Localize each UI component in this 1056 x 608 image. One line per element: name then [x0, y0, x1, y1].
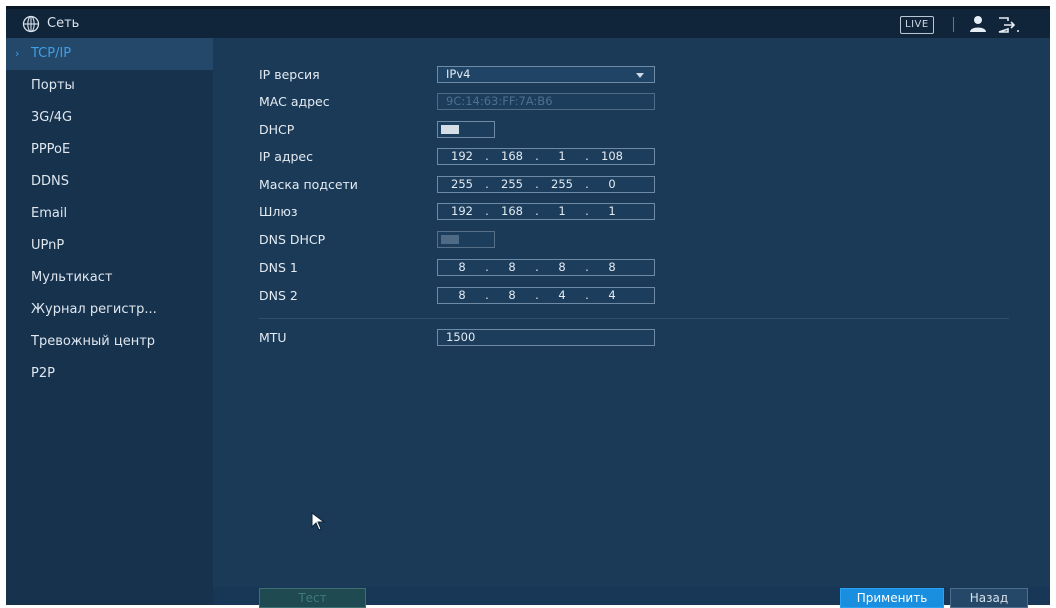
sidebar-item-label: PPPoE	[31, 142, 71, 157]
mtu-field[interactable]: 1500	[437, 329, 655, 346]
toggle-knob	[441, 235, 459, 244]
sidebar-item-tcpip[interactable]: › TCP/IP	[6, 38, 213, 70]
ip-dot: .	[485, 288, 489, 302]
dns-dhcp-toggle[interactable]	[437, 231, 495, 248]
sidebar-item-label: Тревожный центр	[31, 334, 156, 349]
main-content: IP версия IPv4 MAC адрес 9C:14:63:FF:7A:…	[213, 38, 1050, 608]
ip-octet: 4	[608, 288, 616, 302]
back-button[interactable]: Назад	[950, 588, 1028, 608]
ip-octet: 8	[508, 288, 516, 302]
ip-dot: .	[585, 149, 589, 163]
ip-octet: 8	[458, 260, 466, 274]
gateway-label: Шлюз	[259, 204, 298, 219]
sidebar-item-label: Email	[31, 206, 68, 221]
page-title: Сеть	[47, 16, 80, 31]
caret-down-icon	[636, 73, 644, 78]
logout-icon[interactable]	[996, 15, 1020, 35]
sidebar-item-label: 3G/4G	[31, 110, 73, 125]
sidebar-item-alarm-center[interactable]: Тревожный центр	[6, 326, 213, 358]
user-icon[interactable]	[968, 14, 988, 34]
ip-octet: 1	[558, 149, 566, 163]
ip-dot: .	[485, 260, 489, 274]
top-bar: Сеть LIVE	[6, 6, 1050, 38]
sidebar: › TCP/IP Порты 3G/4G PPPoE DDNS Email UP…	[6, 38, 213, 605]
dns1-field[interactable]: 8 . 8 . 8 . 8	[437, 259, 655, 276]
ip-octet: 168	[501, 204, 523, 218]
sidebar-item-p2p[interactable]: P2P	[6, 358, 213, 390]
subnet-mask-label: Маска подсети	[259, 177, 358, 192]
ip-dot: .	[485, 177, 489, 191]
globe-icon	[22, 15, 40, 33]
sidebar-item-ports[interactable]: Порты	[6, 70, 213, 102]
dvr-screen: Сеть LIVE › TCP/IP Порты 3G/4G PPPoE DDN…	[6, 6, 1050, 608]
ip-address-label: IP адрес	[259, 149, 313, 164]
sidebar-item-label: DDNS	[31, 174, 69, 189]
mac-field: 9C:14:63:FF:7A:B6	[437, 93, 655, 110]
ip-dot: .	[585, 260, 589, 274]
ip-octet: 255	[501, 177, 523, 191]
mac-value: 9C:14:63:FF:7A:B6	[446, 94, 553, 108]
ip-octet: 8	[458, 288, 466, 302]
ip-address-field[interactable]: 192 . 168 . 1 . 108	[437, 148, 655, 165]
ip-dot: .	[535, 288, 539, 302]
ip-version-label: IP версия	[259, 67, 320, 82]
ip-octet: 168	[501, 149, 523, 163]
ip-dot: .	[585, 288, 589, 302]
sidebar-item-ddns[interactable]: DDNS	[6, 166, 213, 198]
test-button[interactable]: Тест	[259, 588, 366, 608]
ip-octet: 255	[551, 177, 573, 191]
dhcp-label: DHCP	[259, 122, 295, 137]
ip-octet: 192	[451, 204, 473, 218]
sidebar-item-label: UPnP	[31, 238, 65, 253]
sidebar-item-label: TCP/IP	[31, 46, 72, 61]
ip-dot: .	[535, 204, 539, 218]
ip-octet: 8	[558, 260, 566, 274]
dns2-label: DNS 2	[259, 288, 298, 303]
apply-button[interactable]: Применить	[840, 588, 944, 608]
gateway-field[interactable]: 192 . 168 . 1 . 1	[437, 203, 655, 220]
ip-dot: .	[535, 177, 539, 191]
ip-dot: .	[585, 204, 589, 218]
ip-version-select[interactable]: IPv4	[437, 66, 655, 83]
ip-dot: .	[585, 177, 589, 191]
dns1-label: DNS 1	[259, 260, 298, 275]
ip-octet: 1	[558, 204, 566, 218]
sidebar-item-upnp[interactable]: UPnP	[6, 230, 213, 262]
sidebar-item-3g4g[interactable]: 3G/4G	[6, 102, 213, 134]
ip-dot: .	[535, 260, 539, 274]
sidebar-item-label: Порты	[31, 78, 75, 93]
mouse-cursor-icon	[311, 512, 326, 531]
subnet-mask-field[interactable]: 255 . 255 . 255 . 0	[437, 176, 655, 193]
dns-dhcp-label: DNS DHCP	[259, 232, 326, 247]
ip-dot: .	[535, 149, 539, 163]
live-button[interactable]: LIVE	[900, 16, 934, 34]
mac-label: MAC адрес	[259, 94, 330, 109]
sidebar-item-label: P2P	[31, 366, 55, 381]
ip-octet: 108	[601, 149, 623, 163]
dns2-field[interactable]: 8 . 8 . 4 . 4	[437, 287, 655, 304]
divider	[259, 318, 1009, 319]
sidebar-item-register[interactable]: Журнал регистр...	[6, 294, 213, 326]
sidebar-item-label: Мультикаст	[31, 270, 113, 285]
sidebar-item-multicast[interactable]: Мультикаст	[6, 262, 213, 294]
ip-dot: .	[485, 149, 489, 163]
toggle-knob	[441, 125, 459, 134]
ip-dot: .	[485, 204, 489, 218]
mtu-label: MTU	[259, 330, 287, 345]
ip-octet: 8	[508, 260, 516, 274]
ip-octet: 192	[451, 149, 473, 163]
chevron-right-icon: ›	[15, 47, 20, 60]
sidebar-item-pppoe[interactable]: PPPoE	[6, 134, 213, 166]
ip-octet: 8	[608, 260, 616, 274]
ip-octet: 0	[608, 177, 616, 191]
sidebar-item-email[interactable]: Email	[6, 198, 213, 230]
ip-version-value: IPv4	[446, 67, 471, 81]
dhcp-toggle[interactable]	[437, 121, 495, 138]
mtu-value: 1500	[446, 330, 476, 344]
divider	[953, 17, 954, 32]
ip-octet: 4	[558, 288, 566, 302]
sidebar-item-label: Журнал регистр...	[31, 302, 157, 317]
ip-octet: 1	[608, 204, 616, 218]
ip-octet: 255	[451, 177, 473, 191]
